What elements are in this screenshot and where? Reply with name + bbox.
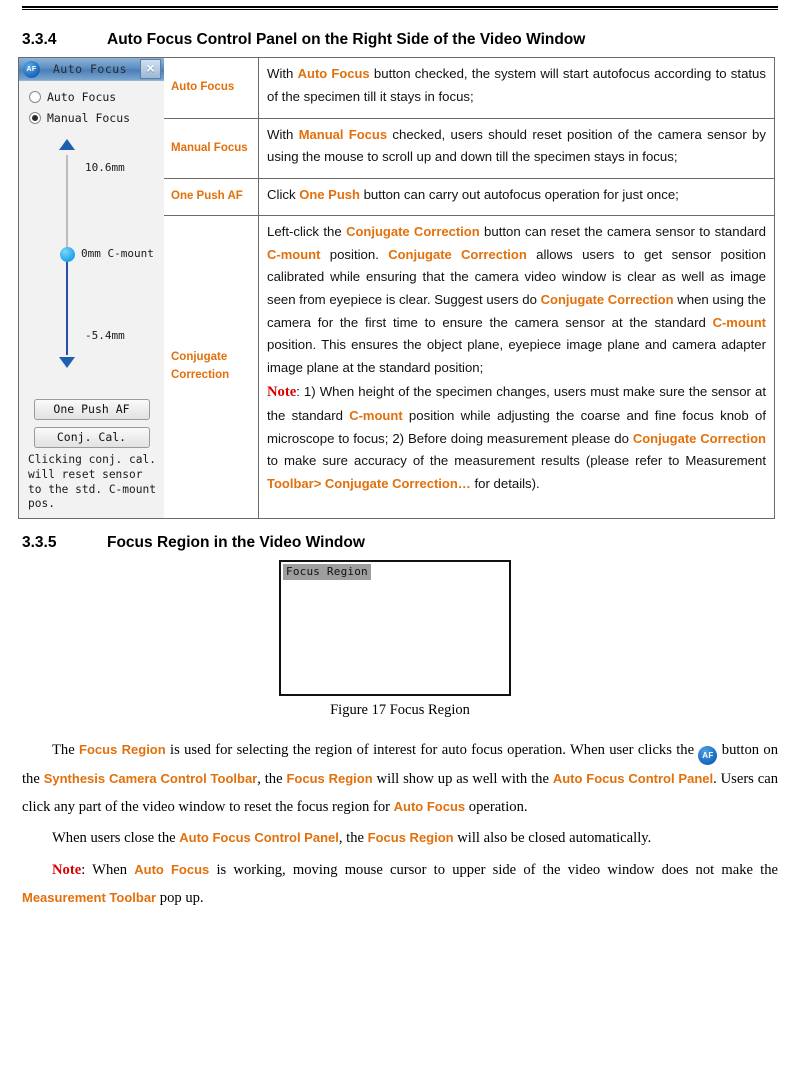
row-desc-conjugate-correction: Left-click the Conjugate Correction butt… — [258, 214, 775, 520]
row-desc-auto-focus: With Auto Focus button checked, the syst… — [258, 57, 775, 119]
emphasis-term: Focus Region — [367, 830, 454, 845]
radio-manual-focus[interactable]: Manual Focus — [29, 111, 164, 125]
slider-track-lower[interactable] — [66, 259, 68, 355]
document-page: 3.3.4 Auto Focus Control Panel on the Ri… — [0, 0, 800, 1072]
panel-title: Auto Focus — [52, 62, 128, 76]
row-desc-manual-focus: With Manual Focus checked, users should … — [258, 117, 775, 180]
slider-label-bottom: -5.4mm — [85, 329, 125, 342]
panel-body: Auto Focus Manual Focus 10.6mm 0mm C-mou… — [19, 81, 164, 518]
text-run: With — [267, 66, 298, 81]
note-label: Note — [267, 383, 297, 400]
auto-focus-panel: AF Auto Focus × Auto Focus Manual Focus … — [19, 58, 164, 518]
slider-label-top: 10.6mm — [85, 161, 125, 174]
text-run: The — [52, 742, 80, 758]
af-icon: AF — [23, 60, 40, 78]
section-number: 3.3.5 — [22, 534, 57, 551]
text-run: Left-click the — [267, 223, 347, 239]
af-icon: AF — [698, 746, 718, 765]
text-run: , the — [257, 771, 287, 787]
emphasis-term: Auto Focus Control Panel — [179, 830, 339, 845]
text-run: button can carry out autofocus operation… — [359, 187, 679, 203]
emphasis-term: Conjugate Correction — [346, 223, 480, 239]
slider-handle[interactable] — [60, 247, 75, 262]
emphasis-term: Measurement Toolbar — [22, 890, 157, 906]
radio-icon-unchecked[interactable] — [29, 91, 41, 103]
text-run: will show up as well with the — [372, 771, 553, 787]
emphasis-term: Conjugate Correction — [540, 292, 674, 308]
text-run: , the — [338, 830, 368, 846]
paragraph-close-panel: When users close the Auto Focus Control … — [22, 824, 778, 852]
emphasis-term: Auto Focus — [393, 799, 466, 815]
section-title: Auto Focus Control Panel on the Right Si… — [107, 31, 586, 48]
focus-region-figure: Focus Region — [279, 560, 511, 696]
figure-caption: Figure 17 Focus Region — [330, 702, 470, 718]
text-run: When users close the — [52, 830, 180, 846]
row-label-auto-focus: Auto Focus — [163, 57, 259, 119]
text-run: Click — [267, 187, 300, 203]
section-heading-334: 3.3.4 Auto Focus Control Panel on the Ri… — [22, 31, 762, 49]
focus-slider[interactable]: 10.6mm 0mm C-mount -5.4mm — [19, 139, 164, 384]
section-heading-335: 3.3.5 Focus Region in the Video Window — [22, 534, 762, 552]
emphasis-term: Focus Region — [79, 742, 166, 757]
text-run: : When — [81, 862, 135, 878]
slider-label-mid: 0mm C-mount — [81, 247, 154, 260]
emphasis-term: Conjugate Correction — [388, 246, 527, 262]
radio-auto-focus[interactable]: Auto Focus — [29, 90, 164, 104]
one-push-af-button[interactable]: One Push AF — [33, 399, 150, 420]
emphasis-term: Auto Focus Control Panel — [552, 771, 714, 786]
panel-buttons: One Push AF Conj. Cal. — [19, 399, 164, 455]
auto-focus-control-panel-image: AF Auto Focus × Auto Focus Manual Focus … — [18, 57, 164, 519]
text-run: button can reset the camera sensor to st… — [479, 223, 766, 239]
text-run: operation. — [465, 799, 528, 816]
emphasis-term: Conjugate Correction — [632, 430, 766, 446]
text-run: will also be closed automatically. — [453, 830, 652, 846]
emphasis-term: C-mount — [267, 246, 321, 262]
note-label: Note — [52, 862, 82, 878]
section-title: Focus Region in the Video Window — [107, 534, 365, 551]
close-icon[interactable]: × — [140, 59, 161, 79]
section-number: 3.3.4 — [22, 31, 57, 48]
panel-hint-text: Clicking conj. cal. will reset sensor to… — [28, 453, 156, 511]
slider-track-upper[interactable] — [66, 155, 68, 253]
emphasis-term: One Push — [299, 187, 360, 203]
row-label-conjugate-correction: Conjugate Correction — [163, 214, 259, 520]
text-run: is working, moving mouse cursor to upper… — [209, 862, 778, 878]
arrow-up-icon[interactable] — [59, 139, 75, 150]
paragraph-note: Note: When Auto Focus is working, moving… — [22, 856, 778, 913]
emphasis-term: Toolbar> Conjugate Correction… — [267, 476, 471, 492]
text-run: pop up. — [156, 890, 204, 907]
radio-icon-checked[interactable] — [29, 112, 41, 124]
radio-label-manual-focus: Manual Focus — [47, 111, 131, 125]
header-rule-line-2 — [22, 9, 778, 10]
text-run: to make sure accuracy of the measurement… — [267, 453, 766, 469]
emphasis-term: Focus Region — [286, 771, 373, 786]
text-run: With — [267, 126, 299, 142]
row-label-one-push-af: One Push AF — [163, 178, 259, 216]
row-label-manual-focus: Manual Focus — [163, 117, 259, 180]
text-run: position. — [320, 246, 389, 262]
radio-label-auto-focus: Auto Focus — [47, 90, 117, 104]
table-row: AF Auto Focus × Auto Focus Manual Focus … — [18, 57, 775, 519]
focus-region-tag: Focus Region — [283, 564, 371, 580]
emphasis-term: C-mount — [349, 407, 403, 423]
paragraph-focus-region-usage: The Focus Region is used for selecting t… — [22, 736, 778, 822]
emphasis-term: Manual Focus — [298, 126, 388, 142]
text-run: for details). — [470, 476, 540, 492]
panel-titlebar: AF Auto Focus × — [19, 58, 164, 81]
emphasis-term: Synthesis Camera Control Toolbar — [43, 771, 258, 786]
emphasis-term: Auto Focus — [134, 862, 210, 877]
auto-focus-options-table: AF Auto Focus × Auto Focus Manual Focus … — [18, 57, 775, 520]
conj-cal-button[interactable]: Conj. Cal. — [33, 427, 150, 448]
row-desc-one-push-af: Click One Push button can carry out auto… — [258, 178, 775, 216]
header-rule-line-1 — [22, 6, 778, 8]
emphasis-term: C-mount — [712, 314, 766, 330]
page-header-rule — [22, 6, 778, 10]
arrow-down-icon[interactable] — [59, 357, 75, 368]
text-run: is used for selecting the region of inte… — [165, 742, 699, 758]
emphasis-term: Auto Focus — [297, 66, 370, 81]
text-run: position. This ensures the object plane,… — [267, 337, 766, 376]
